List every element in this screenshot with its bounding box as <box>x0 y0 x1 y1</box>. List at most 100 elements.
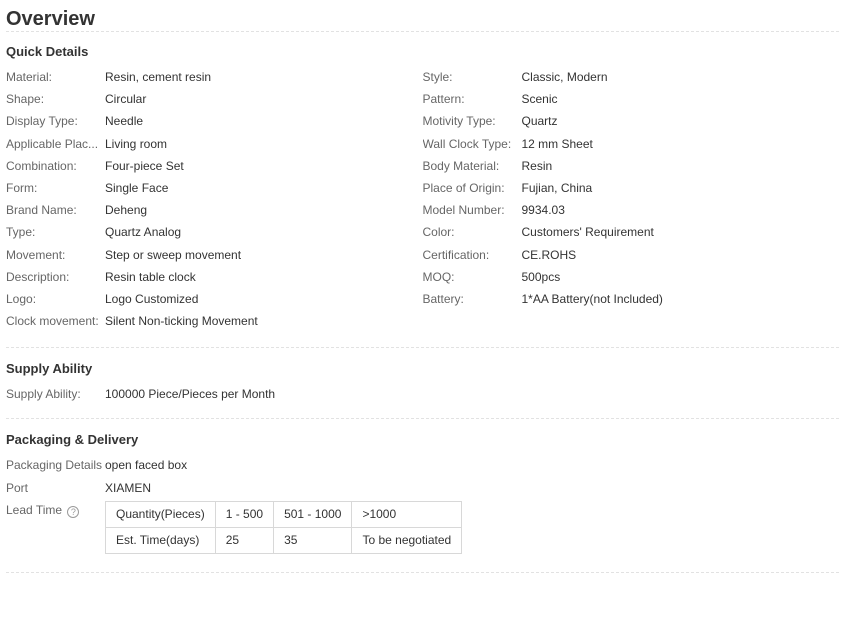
lead-time-label-wrap: Lead Time ? <box>6 501 105 554</box>
port-value: XIAMEN <box>105 480 152 495</box>
lead-table-header-cell: Est. Time(days) <box>105 526 216 554</box>
detail-label: Motivity Type: <box>422 114 496 129</box>
detail-value: 12 mm Sheet <box>521 136 593 151</box>
divider <box>6 571 839 573</box>
detail-value: Single Face <box>105 180 169 195</box>
lead-time-row: Lead Time ? Quantity(Pieces) 1 - 500 501 -… <box>6 500 839 554</box>
detail-row: Battery: 1*AA Battery(not Included) <box>423 288 840 310</box>
packaging-details-value: open faced box <box>105 458 188 473</box>
detail-value: Resin table clock <box>105 269 196 284</box>
port-row: Port XIAMEN <box>6 477 839 499</box>
supply-ability-value: 100000 Piece/Pieces per Month <box>105 387 276 402</box>
packaging-delivery-section: Packaging & Delivery Packaging Details o… <box>6 419 839 554</box>
lead-table-cell: >1000 <box>351 500 463 528</box>
supply-ability-row: Supply Ability: 100000 Piece/Pieces per … <box>6 383 839 405</box>
question-circle-icon[interactable]: ? <box>67 505 80 518</box>
lead-table-cell: 35 <box>273 526 353 554</box>
lead-table-row: Quantity(Pieces) 1 - 500 501 - 1000 >1000 <box>105 500 463 528</box>
detail-label: Combination: <box>6 158 77 173</box>
detail-value: 9934.03 <box>521 203 565 218</box>
detail-row: Type: Quartz Analog <box>6 221 423 243</box>
detail-label: Shape: <box>6 92 45 107</box>
lead-time-label: Lead Time <box>6 502 63 517</box>
lead-table-cell: 1 - 500 <box>214 500 275 528</box>
product-overview: Overview Quick Details Material: Resin, c… <box>0 0 851 624</box>
detail-value: Circular <box>105 92 147 107</box>
quick-details-right-column: Style: Classic, Modern Pattern: Scenic Motiv… <box>423 66 840 332</box>
detail-row: Logo: Logo Customized <box>6 288 423 310</box>
lead-table-header-cell: Quantity(Pieces) <box>105 500 216 528</box>
detail-label: Body Material: <box>422 158 500 173</box>
lead-table-row: Est. Time(days) 25 35 To be negotiated <box>105 526 463 554</box>
overview-title: Overview <box>6 8 95 30</box>
detail-value: Living room <box>105 136 168 151</box>
quick-details-grid: Material: Resin, cement resin Shape: Circul… <box>6 66 839 332</box>
detail-value: Resin <box>521 158 553 173</box>
supply-ability-label: Supply Ability: <box>6 387 81 402</box>
detail-value: Quartz <box>521 114 558 129</box>
detail-label: Type: <box>6 225 36 240</box>
detail-label: Pattern: <box>422 92 465 107</box>
detail-label: Clock movement: <box>6 314 99 329</box>
detail-value: Logo Customized <box>105 291 199 306</box>
detail-label: Material: <box>6 70 53 84</box>
detail-label: Place of Origin: <box>422 180 505 195</box>
detail-value: Customers' Requirement <box>521 225 654 240</box>
detail-row: Applicable Plac... Living room <box>6 133 423 155</box>
quick-details-left-column: Material: Resin, cement resin Shape: Circul… <box>6 66 423 332</box>
detail-label: Color: <box>422 225 455 240</box>
supply-ability-section: Supply Ability Supply Ability: 100000 Pi… <box>6 348 839 405</box>
detail-label: Model Number: <box>422 203 505 218</box>
detail-row: Shape: Circular <box>6 88 423 110</box>
detail-row: Description: Resin table clock <box>6 266 423 288</box>
detail-value: Quartz Analog <box>105 225 182 240</box>
detail-value: Scenic <box>521 92 558 107</box>
detail-label: Certification: <box>422 247 490 262</box>
detail-row: Brand Name: Deheng <box>6 199 423 221</box>
detail-row: Body Material: Resin <box>423 155 840 177</box>
detail-value: Four-piece Set <box>105 158 184 173</box>
detail-row: Color: Customers' Requirement <box>423 221 840 243</box>
detail-value: Deheng <box>105 203 148 218</box>
detail-value: Classic, Modern <box>521 70 608 84</box>
detail-label: Brand Name: <box>6 203 77 218</box>
detail-label: MOQ: <box>422 269 455 284</box>
lead-table-cell: 25 <box>214 526 275 554</box>
packaging-details-row: Packaging Details open faced box <box>6 454 839 476</box>
detail-label: Style: <box>422 70 453 84</box>
lead-table-cell: 501 - 1000 <box>273 500 353 528</box>
detail-label: Description: <box>6 269 70 284</box>
packaging-delivery-title: Packaging & Delivery <box>6 432 139 448</box>
packaging-details-label: Packaging Details <box>6 458 103 473</box>
detail-row: Display Type: Needle <box>6 110 423 132</box>
detail-row: Model Number: 9934.03 <box>423 199 840 221</box>
detail-value: Fujian, China <box>521 180 593 195</box>
detail-row: Style: Classic, Modern <box>423 66 840 88</box>
detail-value: Needle <box>105 114 144 129</box>
detail-row: Movement: Step or sweep movement <box>6 244 423 266</box>
detail-value: 500pcs <box>521 269 561 284</box>
quick-details-section: Quick Details Material: Resin, cement res… <box>6 32 839 332</box>
lead-table-cell: To be negotiated <box>351 526 463 554</box>
lead-time-table: Quantity(Pieces) 1 - 500 501 - 1000 >1000 Es… <box>105 500 463 554</box>
detail-label: Movement: <box>6 247 66 262</box>
detail-row: Motivity Type: Quartz <box>423 110 840 132</box>
detail-value: Resin, cement resin <box>105 70 212 84</box>
detail-label: Logo: <box>6 291 37 306</box>
detail-label: Form: <box>6 180 38 195</box>
detail-label: Wall Clock Type: <box>422 136 512 151</box>
detail-row: MOQ: 500pcs <box>423 266 840 288</box>
detail-value: Silent Non-ticking Movement <box>105 314 258 329</box>
detail-label: Applicable Plac... <box>6 136 99 151</box>
port-label: Port <box>6 480 29 495</box>
detail-row: Form: Single Face <box>6 177 423 199</box>
detail-label: Display Type: <box>6 114 78 129</box>
detail-value: 1*AA Battery(not Included) <box>521 291 663 306</box>
detail-row: Material: Resin, cement resin <box>6 66 423 88</box>
detail-row: Place of Origin: Fujian, China <box>423 177 840 199</box>
detail-row: Pattern: Scenic <box>423 88 840 110</box>
detail-row: Certification: CE.ROHS <box>423 244 840 266</box>
detail-row: Wall Clock Type: 12 mm Sheet <box>423 133 840 155</box>
detail-label: Battery: <box>422 291 464 306</box>
detail-row: Clock movement: Silent Non-ticking Moveme… <box>6 310 423 332</box>
